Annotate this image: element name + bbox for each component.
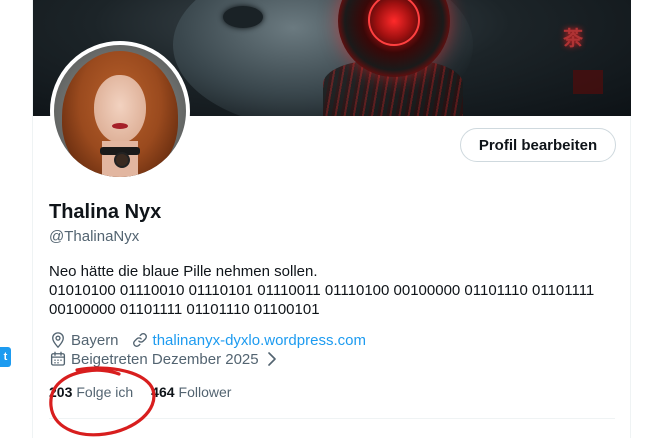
avatar-lips-shape bbox=[112, 123, 128, 129]
chevron-right-icon bbox=[267, 352, 276, 366]
link-icon bbox=[132, 333, 147, 347]
banner-eye-shape bbox=[223, 6, 263, 28]
bio-line: 01010100 01110010 01110101 01110011 0111… bbox=[49, 282, 595, 299]
followers-label: Follower bbox=[178, 384, 232, 400]
following-label: Folge ich bbox=[76, 384, 134, 400]
banner-neon-block bbox=[573, 70, 603, 94]
sidebar-badge[interactable]: t bbox=[0, 347, 11, 367]
avatar-face-shape bbox=[94, 75, 146, 143]
calendar-icon bbox=[50, 351, 66, 366]
following-count: 203 bbox=[49, 384, 73, 400]
profile-bio: Neo hätte die blaue Pille nehmen sollen.… bbox=[49, 262, 615, 319]
profile-page: t 茶 Profil bearbeiten Thalina Nyx @Thali… bbox=[0, 0, 653, 438]
profile-joined[interactable]: Beigetreten Dezember 2025 bbox=[49, 350, 285, 368]
avatar[interactable] bbox=[50, 41, 190, 181]
website-link[interactable]: thalinanyx-dyxlo.wordpress.com bbox=[153, 332, 366, 349]
bio-line: 00100000 01101111 01101110 01100101 bbox=[49, 301, 320, 318]
follow-stats: 203 Folge ich 464 Follower bbox=[49, 382, 249, 402]
profile-meta-row: Bayern thalinanyx-dyxlo.wordpress.com bbox=[49, 330, 378, 350]
user-handle: @ThalinaNyx bbox=[49, 228, 140, 245]
edit-profile-button[interactable]: Profil bearbeiten bbox=[460, 128, 616, 162]
followers-count: 464 bbox=[151, 384, 175, 400]
profile-location: Bayern bbox=[49, 331, 119, 349]
bio-line: Neo hätte die blaue Pille nehmen sollen. bbox=[49, 263, 318, 280]
profile-website[interactable]: thalinanyx-dyxlo.wordpress.com bbox=[131, 331, 366, 349]
display-name: Thalina Nyx bbox=[49, 201, 162, 223]
followers-link[interactable]: 464 Follower bbox=[151, 384, 231, 400]
profile-joined-row[interactable]: Beigetreten Dezember 2025 bbox=[49, 349, 297, 369]
profile-column: 茶 Profil bearbeiten Thalina Nyx @Thalina… bbox=[32, 0, 631, 438]
joined-text: Beigetreten Dezember 2025 bbox=[71, 350, 259, 368]
following-link[interactable]: 203 Folge ich bbox=[49, 384, 133, 400]
location-text: Bayern bbox=[71, 331, 119, 349]
avatar-pendant-shape bbox=[114, 152, 130, 168]
location-pin-icon bbox=[52, 332, 64, 349]
banner-neon-sign: 茶 bbox=[563, 28, 585, 50]
divider bbox=[49, 418, 615, 419]
